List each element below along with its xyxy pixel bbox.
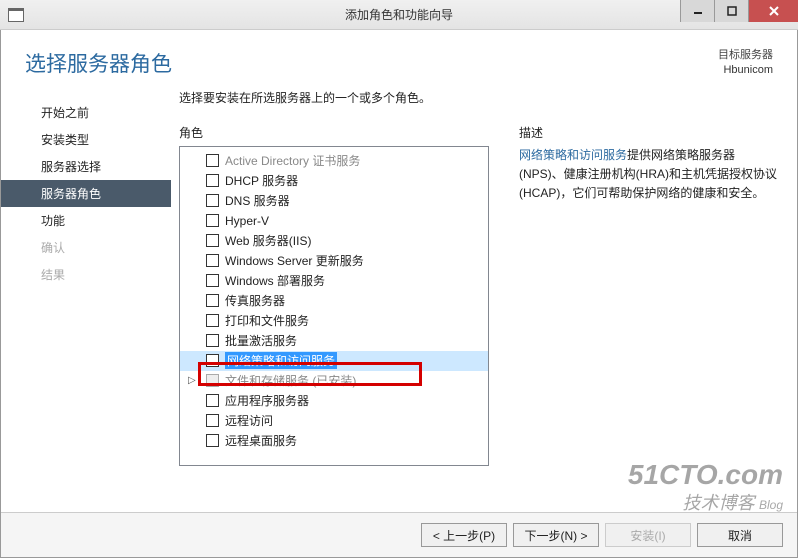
- sidebar-item-0[interactable]: 开始之前: [1, 99, 171, 126]
- role-checkbox[interactable]: [206, 174, 219, 187]
- role-checkbox[interactable]: [206, 314, 219, 327]
- role-item-13[interactable]: 远程访问: [180, 411, 488, 431]
- role-checkbox[interactable]: [206, 234, 219, 247]
- sidebar-item-1[interactable]: 安装类型: [1, 126, 171, 153]
- role-checkbox[interactable]: [206, 254, 219, 267]
- sidebar-item-2[interactable]: 服务器选择: [1, 153, 171, 180]
- roles-column: 角色 Active Directory 证书服务 DHCP 服务器 DNS 服务器 H…: [179, 124, 489, 512]
- wizard-footer: < 上一步(P) 下一步(N) > 安装(I) 取消: [1, 512, 797, 557]
- role-checkbox[interactable]: [206, 394, 219, 407]
- app-icon: [8, 8, 24, 22]
- install-button: 安装(I): [605, 523, 691, 547]
- role-item-12[interactable]: 应用程序服务器: [180, 391, 488, 411]
- minimize-button[interactable]: [680, 0, 714, 22]
- close-icon: [768, 5, 780, 17]
- role-label: 远程访问: [225, 412, 273, 429]
- destination-server: 目标服务器 Hbunicom: [718, 48, 773, 79]
- next-button[interactable]: 下一步(N) >: [513, 523, 599, 547]
- description-column: 描述 网络策略和访问服务提供网络策略服务器(NPS)、健康注册机构(HRA)和主…: [519, 124, 779, 512]
- roles-scroll[interactable]: Active Directory 证书服务 DHCP 服务器 DNS 服务器 Hype…: [180, 147, 488, 465]
- role-label: 网络策略和访问服务: [225, 352, 337, 369]
- wizard-sidebar: 开始之前安装类型服务器选择服务器角色功能确认结果: [1, 89, 171, 512]
- role-item-7[interactable]: 传真服务器: [180, 291, 488, 311]
- roles-label: 角色: [179, 124, 489, 141]
- role-checkbox[interactable]: [206, 294, 219, 307]
- expand-icon[interactable]: ▷: [188, 375, 196, 386]
- role-label: Hyper-V: [225, 214, 269, 228]
- role-label: 批量激活服务: [225, 332, 297, 349]
- role-item-8[interactable]: 打印和文件服务: [180, 311, 488, 331]
- role-checkbox[interactable]: [206, 414, 219, 427]
- role-label: Windows Server 更新服务: [225, 252, 364, 269]
- instruction-text: 选择要安装在所选服务器上的一个或多个角色。: [179, 89, 779, 106]
- role-item-2[interactable]: DNS 服务器: [180, 191, 488, 211]
- role-label: Web 服务器(IIS): [225, 232, 311, 249]
- main-panel: 选择要安装在所选服务器上的一个或多个角色。 角色 Active Director…: [171, 89, 789, 512]
- role-checkbox[interactable]: [206, 274, 219, 287]
- description-label: 描述: [519, 124, 779, 141]
- prev-button[interactable]: < 上一步(P): [421, 523, 507, 547]
- role-label: 传真服务器: [225, 292, 285, 309]
- destination-name: Hbunicom: [718, 63, 773, 78]
- role-checkbox[interactable]: [206, 194, 219, 207]
- sidebar-item-6: 结果: [1, 261, 171, 288]
- role-item-1[interactable]: DHCP 服务器: [180, 171, 488, 191]
- page-title: 选择服务器角色: [25, 48, 718, 78]
- role-label: 文件和存储服务 (已安装): [225, 372, 356, 389]
- maximize-icon: [727, 6, 737, 16]
- role-label: DNS 服务器: [225, 192, 290, 209]
- role-checkbox[interactable]: [206, 214, 219, 227]
- sidebar-item-3[interactable]: 服务器角色: [1, 180, 171, 207]
- role-label: Windows 部署服务: [225, 272, 325, 289]
- titlebar: 添加角色和功能向导: [0, 0, 798, 30]
- role-label: 打印和文件服务: [225, 312, 309, 329]
- close-button[interactable]: [748, 0, 798, 22]
- role-item-9[interactable]: 批量激活服务: [180, 331, 488, 351]
- window-title: 添加角色和功能向导: [0, 6, 798, 23]
- role-label: Active Directory 证书服务: [225, 152, 360, 169]
- role-checkbox[interactable]: [206, 154, 219, 167]
- roles-listbox: Active Directory 证书服务 DHCP 服务器 DNS 服务器 Hype…: [179, 146, 489, 466]
- role-label: DHCP 服务器: [225, 172, 298, 189]
- description-text: 网络策略和访问服务提供网络策略服务器(NPS)、健康注册机构(HRA)和主机凭据…: [519, 146, 779, 204]
- role-item-14[interactable]: 远程桌面服务: [180, 431, 488, 451]
- role-checkbox[interactable]: [206, 334, 219, 347]
- cancel-button[interactable]: 取消: [697, 523, 783, 547]
- role-item-4[interactable]: Web 服务器(IIS): [180, 231, 488, 251]
- destination-label: 目标服务器: [718, 48, 773, 63]
- maximize-button[interactable]: [714, 0, 748, 22]
- role-checkbox[interactable]: [206, 434, 219, 447]
- minimize-icon: [693, 6, 703, 16]
- role-item-0[interactable]: Active Directory 证书服务: [180, 151, 488, 171]
- sidebar-item-5: 确认: [1, 234, 171, 261]
- role-item-5[interactable]: Windows Server 更新服务: [180, 251, 488, 271]
- role-checkbox[interactable]: [206, 374, 219, 387]
- role-checkbox[interactable]: [206, 354, 219, 367]
- role-label: 远程桌面服务: [225, 432, 297, 449]
- role-label: 应用程序服务器: [225, 392, 309, 409]
- window-buttons: [680, 0, 798, 22]
- header: 选择服务器角色 目标服务器 Hbunicom: [1, 30, 797, 89]
- role-item-11[interactable]: ▷ 文件和存储服务 (已安装): [180, 371, 488, 391]
- sidebar-item-4[interactable]: 功能: [1, 207, 171, 234]
- role-item-10[interactable]: 网络策略和访问服务: [180, 351, 488, 371]
- role-item-6[interactable]: Windows 部署服务: [180, 271, 488, 291]
- role-item-3[interactable]: Hyper-V: [180, 211, 488, 231]
- description-link: 网络策略和访问服务: [519, 148, 627, 162]
